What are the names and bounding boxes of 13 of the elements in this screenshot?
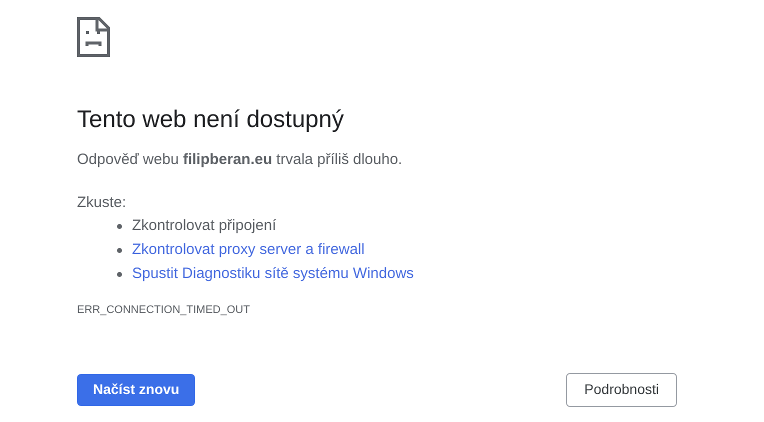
bullet-icon [117,224,122,228]
sad-page-icon [77,17,110,57]
error-message: Odpověď webu filipberan.eu trvala příliš dlouho. [77,150,402,170]
suggestion-link[interactable]: Spustit Diagnostiku sítě systému Windows [132,264,414,284]
error-code: ERR_CONNECTION_TIMED_OUT [77,303,250,318]
try-label: Zkuste: [77,192,126,212]
reload-button[interactable]: Načíst znovu [77,374,196,406]
bullet-icon [117,248,122,252]
error-heading: Tento web není dostupný [77,105,344,135]
suggestion-link[interactable]: Zkontrolovat proxy server a firewall [132,240,365,260]
details-button[interactable]: Podrobnosti [566,372,677,406]
suggestion-text: Zkontrolovat připojení [132,216,276,236]
bullet-icon [117,272,122,276]
